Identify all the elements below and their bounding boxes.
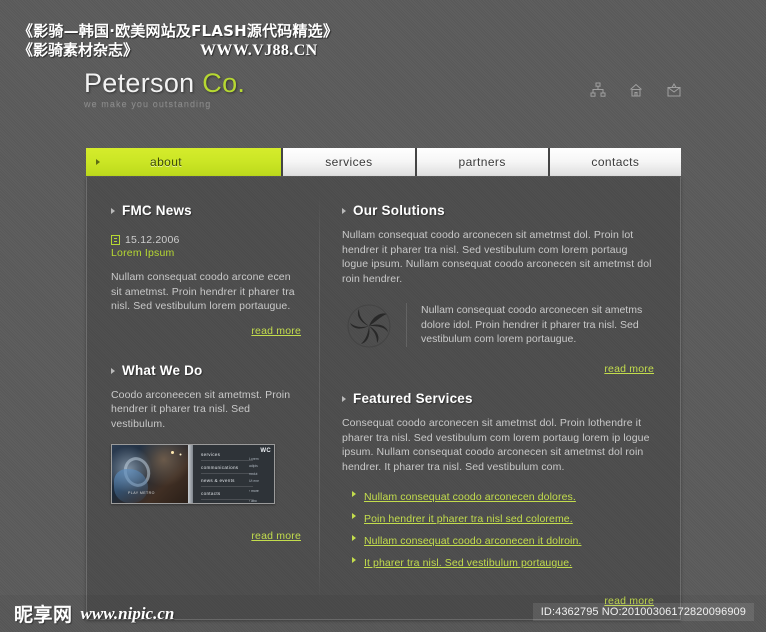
thumbnail-side-line: adipis xyxy=(249,464,258,469)
list-item: Nullam consequat coodo arconecen it dolr… xyxy=(352,531,654,549)
solution-feature-row: Nullam consequat coodo arconecen sit ame… xyxy=(342,303,654,349)
top-watermark: 《影骑—韩国·欧美网站及FLASH源代码精选》 《影骑素材杂志》 WWW.VJ88… xyxy=(0,22,766,60)
featured-services-link-list: Nullam consequat coodo arconecen dolores… xyxy=(342,487,654,571)
logo-text: Peterson Co. xyxy=(84,68,245,98)
solutions-read-more-link[interactable]: read more xyxy=(604,363,654,375)
sitemap-icon[interactable] xyxy=(590,82,606,98)
thumbnail-menu-item: services xyxy=(201,452,253,461)
thumbnail-menu: services communications news & events co… xyxy=(193,445,274,503)
site-header: Peterson Co. we make you outstanding xyxy=(0,60,766,138)
site-wrapper: Peterson Co. we make you outstanding abo… xyxy=(0,60,766,620)
active-tab-arrow-icon xyxy=(96,159,100,165)
news-meta-row: 15.12.2006 xyxy=(111,234,301,246)
thumbnail-side-bullet: › more xyxy=(249,488,259,493)
list-item: It pharer tra nisl. Sed vestibulum porta… xyxy=(352,553,654,571)
fmc-news-heading: FMC News xyxy=(111,203,301,218)
watermark-site-url: WWW.VJ88.CN xyxy=(200,42,318,59)
news-readmore-row: read more xyxy=(111,321,301,339)
thumbnail-blue-shape xyxy=(114,469,148,503)
nipic-logo: 昵享网 xyxy=(14,604,73,626)
left-column: FMC News 15.12.2006 Lorem Ipsum Nullam c… xyxy=(87,177,319,619)
thumbnail-menu-item: news & events xyxy=(201,478,253,487)
home-icon[interactable] xyxy=(628,82,644,98)
featured-link[interactable]: Nullam consequat coodo arconecen it dolr… xyxy=(364,535,581,547)
list-item: Nullam consequat coodo arconecen dolores… xyxy=(352,487,654,505)
thumbnail-corner-label: WC xyxy=(260,448,271,454)
nipic-url: www.nipic.cn xyxy=(80,603,175,623)
tab-partners-label: partners xyxy=(458,155,506,169)
what-we-do-heading: What We Do xyxy=(111,363,301,378)
main-navigation: about services partners contacts xyxy=(86,148,681,176)
watermark-line-2-cn: 《影骑素材杂志》 xyxy=(18,41,139,59)
logo-text-accent: Co. xyxy=(202,68,246,98)
logo-tagline: we make you outstanding xyxy=(84,99,212,109)
left-column-spacer xyxy=(111,339,301,363)
what-we-do-read-more-link[interactable]: read more xyxy=(251,530,301,542)
thumbnail-side-line: Lorem xyxy=(249,457,259,461)
thumbnail-menu-item: contacts xyxy=(201,491,253,500)
image-id-badge: ID:4362795 NO:20100306172820096909 xyxy=(532,603,754,621)
swirl-logo-icon xyxy=(346,303,392,349)
thumbnail-side-line: Ut ene xyxy=(249,479,259,484)
right-column: Our Solutions Nullam consequat coodo arc… xyxy=(320,177,680,619)
news-title[interactable]: Lorem Ipsum xyxy=(111,247,301,259)
tab-about[interactable]: about xyxy=(86,148,284,176)
list-item: Poin hendrer it pharer tra nisl sed colo… xyxy=(352,509,654,527)
news-read-more-link[interactable]: read more xyxy=(251,325,301,337)
our-solutions-intro: Nullam consequat coodo arconecen sit ame… xyxy=(342,229,652,285)
thumbnail-menu-item: communications xyxy=(201,465,253,474)
mail-icon[interactable] xyxy=(666,82,682,98)
thumbnail-side-panel: WC Lorem adipis nodut Ut ene › more › ab… xyxy=(249,448,271,504)
featured-services-heading: Featured Services xyxy=(342,391,654,406)
solution-feature-text: Nullam consequat coodo arconecen sit ame… xyxy=(406,303,654,347)
calendar-icon xyxy=(111,235,120,245)
tab-services-label: services xyxy=(325,155,373,169)
news-body: Nullam consequat coodo arcone ecen sit a… xyxy=(111,271,295,312)
header-icon-group xyxy=(590,82,682,98)
website-thumbnail[interactable]: PLAY METRO services communications news … xyxy=(111,444,275,504)
thumbnail-photo-caption: PLAY METRO xyxy=(128,491,155,495)
solutions-readmore-row: read more xyxy=(342,359,654,377)
what-we-do-body: Coodo arconeecen sit ametmst. Proin hend… xyxy=(111,388,291,430)
thumbnail-side-bullet: › abo xyxy=(249,499,257,504)
tab-services[interactable]: services xyxy=(283,148,417,176)
tab-contacts-label: contacts xyxy=(591,155,640,169)
thumbnail-highlight-dot xyxy=(171,451,174,454)
thumbnail-side-line: nodut xyxy=(249,471,258,476)
right-column-spacer xyxy=(342,377,654,391)
tab-about-label: about xyxy=(150,155,183,169)
watermark-line-2: 《影骑素材杂志》 WWW.VJ88.CN xyxy=(18,41,766,60)
watermark-line-1: 《影骑—韩国·欧美网站及FLASH源代码精选》 xyxy=(18,22,339,40)
tab-contacts[interactable]: contacts xyxy=(549,148,681,176)
content-panel: FMC News 15.12.2006 Lorem Ipsum Nullam c… xyxy=(86,177,681,620)
featured-link[interactable]: Poin hendrer it pharer tra nisl sed colo… xyxy=(364,513,573,525)
our-solutions-heading: Our Solutions xyxy=(342,203,654,218)
featured-services-body: Consequat coodo arconecen sit ametmst do… xyxy=(342,417,650,473)
thumbnail-photo: PLAY METRO xyxy=(112,445,188,503)
logo-text-main: Peterson xyxy=(84,68,203,98)
featured-link[interactable]: Nullam consequat coodo arconecen dolores… xyxy=(364,491,576,503)
site-logo[interactable]: Peterson Co. we make you outstanding xyxy=(84,68,245,109)
featured-link[interactable]: It pharer tra nisl. Sed vestibulum porta… xyxy=(364,557,572,569)
what-we-do-readmore-row: read more xyxy=(111,526,301,544)
bottom-watermark-bar: 昵享网 www.nipic.cn ID:4362795 NO:201003061… xyxy=(0,595,766,632)
tab-partners[interactable]: partners xyxy=(416,148,550,176)
news-date: 15.12.2006 xyxy=(125,234,180,246)
